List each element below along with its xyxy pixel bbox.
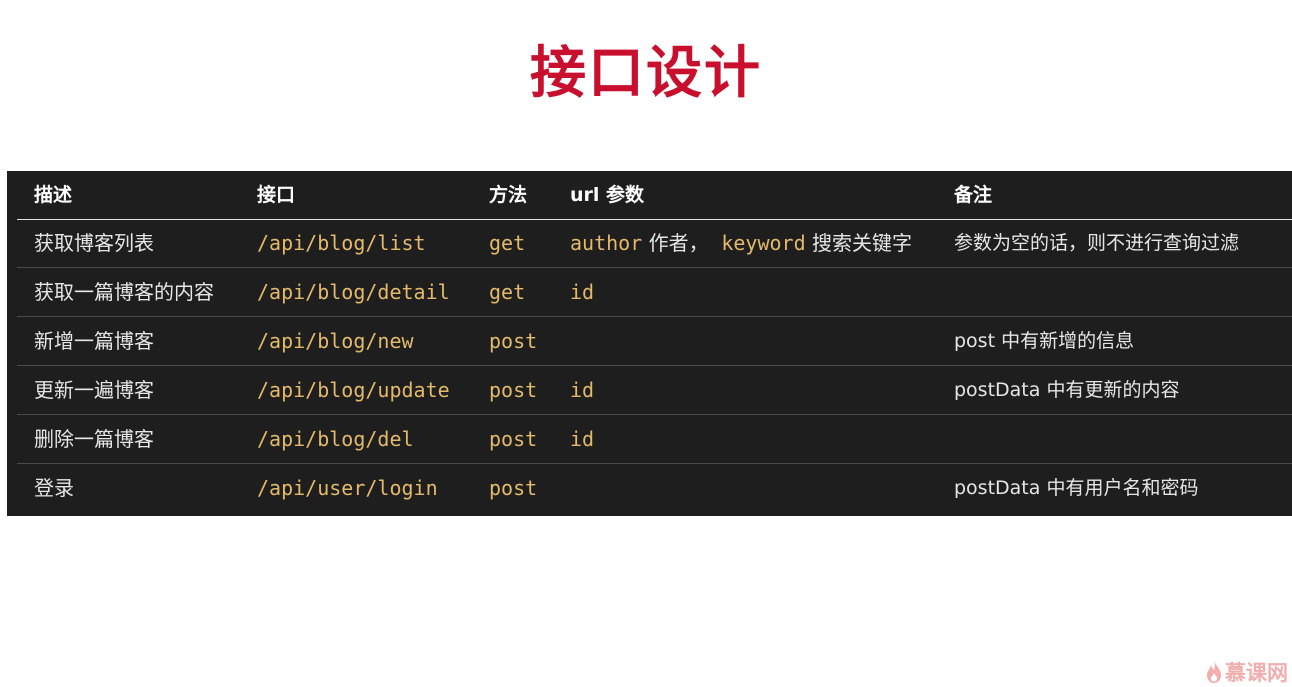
row-method: post	[489, 329, 538, 353]
param-name: id	[570, 280, 595, 304]
row-method: post	[489, 427, 538, 451]
row-api: /api/user/login	[257, 476, 438, 500]
header-params: url 参数	[570, 184, 645, 206]
param-name: keyword	[721, 231, 806, 255]
table-row: 删除一篇博客 /api/blog/del post id	[17, 415, 1292, 464]
row-params: id	[570, 366, 594, 414]
row-api: /api/blog/new	[257, 329, 414, 353]
flame-icon	[1206, 660, 1222, 684]
row-desc: 新增一篇博客	[34, 329, 154, 353]
row-api: /api/blog/detail	[257, 280, 450, 304]
param-name: id	[570, 378, 595, 402]
watermark-logo: 慕课网	[1206, 659, 1288, 685]
header-desc: 描述	[34, 184, 73, 206]
table-row: 新增一篇博客 /api/blog/new post post 中有新增的信息	[17, 317, 1292, 366]
row-params: id	[570, 415, 594, 463]
param-name: author	[570, 231, 643, 255]
row-api: /api/blog/update	[257, 378, 450, 402]
row-api: /api/blog/list	[257, 231, 426, 255]
header-note: 备注	[954, 184, 993, 206]
row-method: get	[489, 280, 526, 304]
param-desc: 作者，	[642, 231, 709, 255]
row-method: post	[489, 378, 538, 402]
row-desc: 删除一篇博客	[34, 427, 154, 451]
row-api: /api/blog/del	[257, 427, 414, 451]
row-note: post 中有新增的信息	[954, 330, 1135, 352]
watermark-text: 慕课网	[1225, 661, 1288, 685]
table-row: 更新一遍博客 /api/blog/update post id postData…	[17, 366, 1292, 415]
row-desc: 获取一篇博客的内容	[34, 280, 214, 304]
row-note: 参数为空的话，则不进行查询过滤	[954, 232, 1240, 254]
row-method: post	[489, 476, 538, 500]
param-desc: 搜索关键字	[805, 231, 912, 255]
row-params: id	[570, 268, 594, 316]
row-desc: 更新一遍博客	[34, 378, 154, 402]
table-row: 获取博客列表 /api/blog/list get author 作者， key…	[17, 219, 1292, 268]
table-row: 获取一篇博客的内容 /api/blog/detail get id	[17, 268, 1292, 317]
row-desc: 登录	[34, 476, 74, 500]
row-note: postData 中有更新的内容	[954, 379, 1180, 401]
table-header-row: 描述 接口 方法 url 参数 备注	[17, 171, 1292, 220]
row-params: author 作者， keyword 搜索关键字	[570, 219, 912, 267]
param-name: id	[570, 427, 595, 451]
slide-title: 接口设计	[530, 41, 762, 106]
header-method: 方法	[489, 184, 528, 206]
row-desc: 获取博客列表	[34, 231, 154, 255]
row-note: postData 中有用户名和密码	[954, 477, 1199, 499]
api-table: 描述 接口 方法 url 参数 备注 获取博客列表 /api/blog/list…	[7, 171, 1292, 516]
table-row: 登录 /api/user/login post postData 中有用户名和密…	[17, 464, 1292, 512]
header-api: 接口	[257, 184, 296, 206]
row-method: get	[489, 231, 526, 255]
